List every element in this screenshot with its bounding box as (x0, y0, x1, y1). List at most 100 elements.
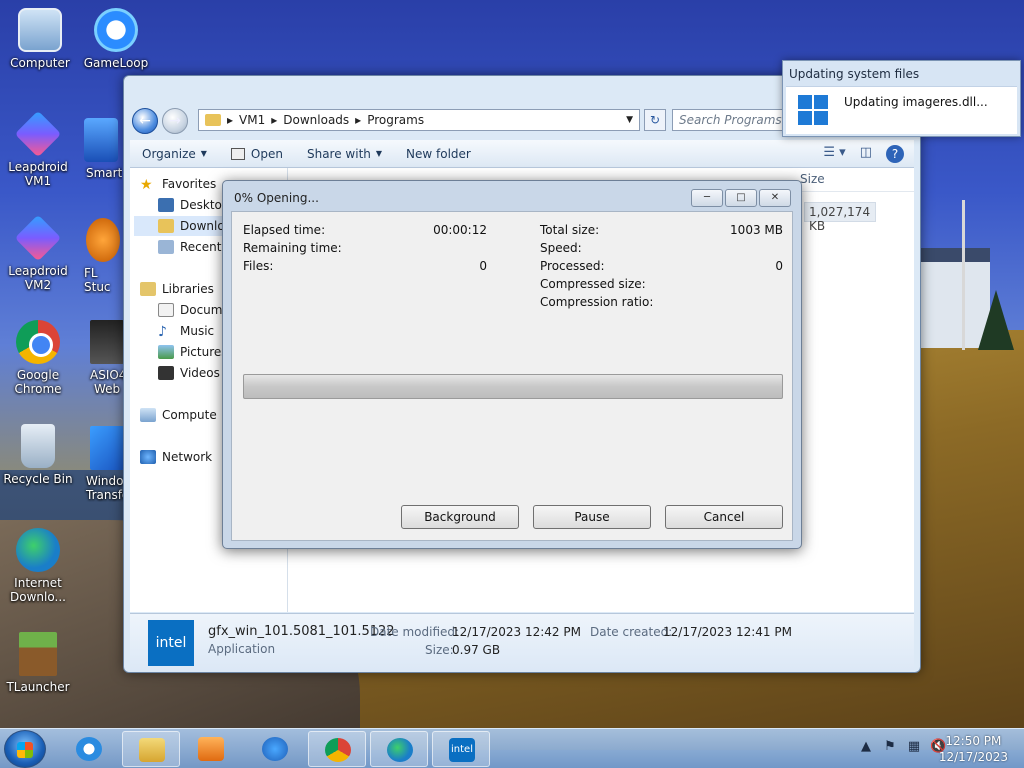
nav-pictures[interactable]: Pictures (158, 342, 228, 362)
action-center-icon[interactable]: ⚑ (882, 739, 898, 754)
back-button[interactable]: ← (132, 108, 158, 134)
search-input[interactable]: Search Programs (672, 109, 792, 131)
desktop-icon-leapdroid-vm1[interactable]: Leapdroid VM1 (0, 110, 76, 188)
desktop-icon-gameloop[interactable]: GameLoop (78, 8, 154, 70)
nav-favorites[interactable]: ★ Favorites (140, 174, 216, 194)
desktop-icon-label: Web (94, 382, 121, 396)
computer-icon (18, 8, 62, 52)
nav-music[interactable]: ♪ Music (158, 321, 214, 341)
column-header-size[interactable]: Size (800, 172, 825, 186)
desktop-icon-windows-transfer[interactable]: Windo Transfo (84, 426, 124, 502)
organize-button[interactable]: Organize ▼ (130, 147, 219, 161)
cancel-button[interactable]: Cancel (665, 505, 783, 529)
desktop-icon-label: VM2 (24, 278, 52, 292)
system-notification[interactable]: Updating system files Updating imageres.… (782, 60, 1021, 137)
nav-label: Favorites (162, 177, 217, 191)
forward-button[interactable]: → (162, 108, 188, 134)
asio4all-icon (90, 320, 124, 364)
intel-icon: intel (148, 620, 194, 666)
details-pane: intel gfx_win_101.5081_101.5122 Applicat… (130, 613, 914, 671)
pictures-icon (158, 345, 174, 359)
breadcrumb-vm1[interactable]: VM1 (239, 113, 265, 127)
desktop-icon-label: Leapdroid (8, 264, 68, 278)
leapdroid-icon (14, 214, 62, 262)
new-folder-button[interactable]: New folder (394, 147, 483, 161)
smartgaga-icon (84, 118, 118, 162)
total-size-value: 1003 MB (730, 223, 783, 237)
refresh-button[interactable]: ↻ (644, 109, 666, 131)
start-button[interactable] (4, 730, 46, 768)
videos-icon (158, 366, 174, 380)
clock-date: 12/17/2023 (938, 750, 1008, 764)
dialog-title: 0% Opening... (234, 191, 319, 205)
desktop-icon-recycle-bin[interactable]: Recycle Bin (0, 424, 76, 486)
nav-label: Downlo (180, 219, 225, 233)
view-options-icon[interactable]: ☰ ▾ (823, 145, 845, 163)
leapdroid-icon (14, 110, 62, 158)
taskbar-intel-installer[interactable]: intel (432, 731, 490, 767)
desktop-icon-label: Google (16, 368, 60, 382)
desktop-icon-tlauncher[interactable]: TLauncher (0, 632, 76, 694)
taskbar-gameloop[interactable] (246, 731, 304, 767)
desktop-icon-leapdroid-vm2[interactable]: Leapdroid VM2 (0, 214, 76, 292)
chrome-icon (16, 320, 60, 364)
desktop-icon-internet-download-manager[interactable]: Internet Downlo... (0, 528, 76, 604)
date-created-label: Date created: (590, 625, 673, 639)
show-hidden-icons-icon[interactable]: ▲ (858, 739, 874, 754)
desktop-icon-label: GameLoop (83, 56, 149, 70)
desktop-icon-label: Recycle Bin (3, 472, 73, 486)
clock-time: 12:50 PM (945, 734, 1002, 748)
notification-message: Updating imageres.dll... (844, 95, 988, 109)
maximize-button[interactable]: □ (725, 189, 757, 207)
tlauncher-icon (19, 632, 57, 676)
desktop-icon-label: FL Stuc (84, 266, 111, 294)
network-icon[interactable]: ▦ (906, 739, 922, 754)
share-with-button[interactable]: Share with ▼ (295, 147, 394, 161)
background-button[interactable]: Background (401, 505, 519, 529)
desktop-icon-google-chrome[interactable]: Google Chrome (0, 320, 76, 396)
windows-transfer-icon (90, 426, 124, 470)
desktop-icon-computer[interactable]: Computer (2, 8, 78, 70)
desktop-icon-asio4all[interactable]: ASIO4 Web (84, 320, 124, 396)
nav-documents[interactable]: Docume (158, 300, 230, 320)
close-button[interactable]: ✕ (759, 189, 791, 207)
taskbar-internet-download-manager[interactable] (370, 731, 428, 767)
nav-desktop[interactable]: Desktop (158, 195, 230, 215)
taskbar-chrome[interactable] (308, 731, 366, 767)
desktop-icon-fl-studio[interactable]: FL Stuc (80, 218, 122, 294)
nav-label: Compute (162, 408, 217, 422)
nav-libraries[interactable]: Libraries (140, 279, 214, 299)
taskbar-media-player[interactable] (182, 731, 240, 767)
size-value: 0.97 GB (452, 643, 501, 657)
help-icon[interactable]: ? (886, 145, 904, 163)
size-label: Size: (425, 643, 454, 657)
total-size-label: Total size: (540, 223, 600, 237)
idm-icon (16, 528, 60, 572)
application-icon (230, 147, 245, 160)
star-icon: ★ (140, 177, 153, 193)
preview-pane-icon[interactable]: ◫ (860, 145, 872, 163)
desktop-icon-smartgaga[interactable]: SmartG (78, 118, 122, 180)
address-bar[interactable]: ▸ VM1 ▸ Downloads ▸ Programs ▼ (198, 109, 640, 131)
fl-studio-icon (86, 218, 120, 262)
pause-button[interactable]: Pause (533, 505, 651, 529)
wallpaper-flagpole (962, 200, 965, 350)
windows-logo-icon (798, 95, 828, 125)
minimize-button[interactable]: ─ (691, 189, 723, 207)
open-button[interactable]: Open (219, 147, 295, 161)
breadcrumb-programs[interactable]: Programs (367, 113, 424, 127)
taskbar-file-explorer[interactable] (122, 731, 180, 767)
desktop-icon-label: Computer (10, 56, 70, 70)
nav-videos[interactable]: Videos (158, 363, 220, 383)
wallpaper-tree (978, 290, 1014, 350)
nav-computer[interactable]: Compute (140, 405, 217, 425)
chevron-down-icon[interactable]: ▼ (626, 115, 633, 125)
nav-network[interactable]: Network (140, 447, 212, 467)
breadcrumb-downloads[interactable]: Downloads (283, 113, 349, 127)
nav-label: Music (180, 324, 215, 338)
progress-bar (243, 374, 783, 399)
system-clock[interactable]: 12:50 PM 12/17/2023 (939, 733, 1008, 765)
nav-label: Libraries (162, 282, 214, 296)
taskbar-internet-explorer[interactable] (60, 731, 118, 767)
chevron-down-icon: ▼ (200, 149, 207, 158)
